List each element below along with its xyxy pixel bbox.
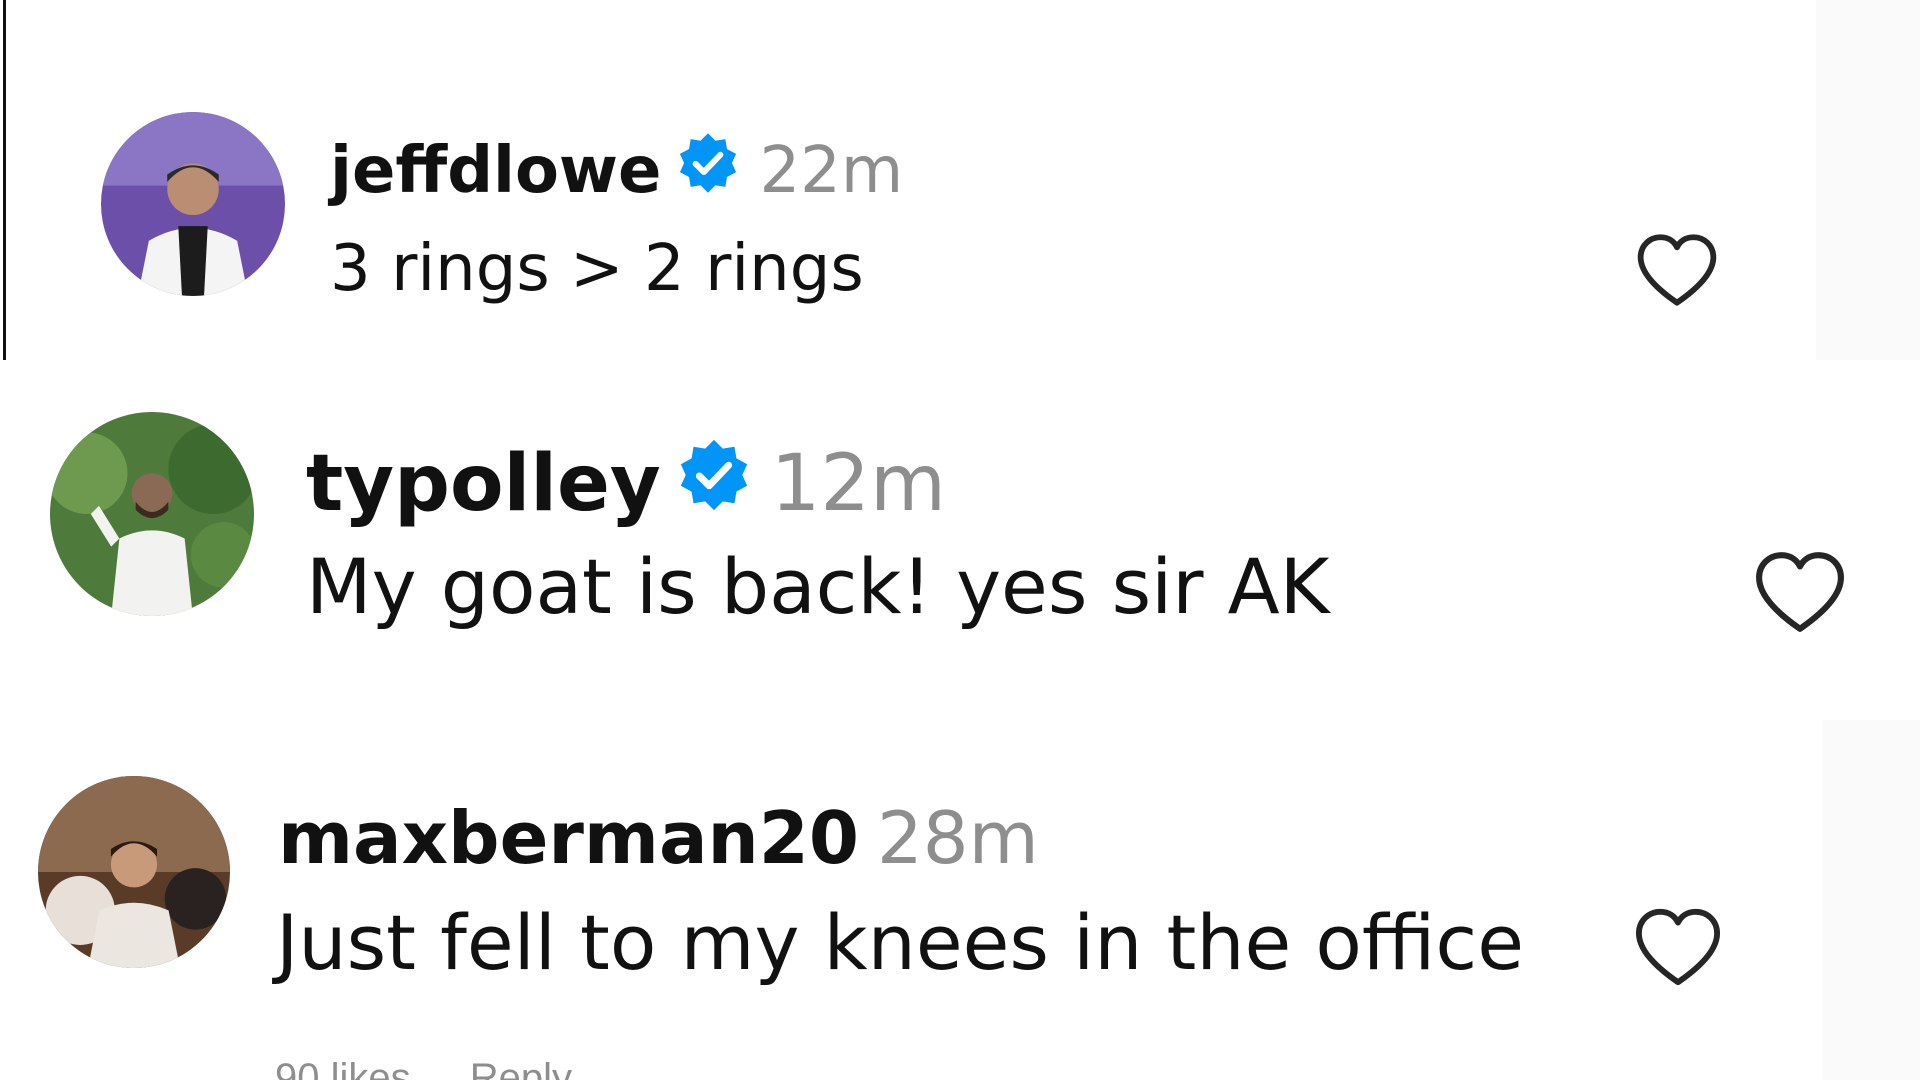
avatar[interactable]: [38, 776, 230, 968]
comment-timestamp: 28m: [877, 796, 1039, 880]
comment-username[interactable]: typolley: [306, 439, 661, 529]
heart-outline-icon[interactable]: [1633, 230, 1721, 310]
heart-outline-icon[interactable]: [1630, 904, 1726, 990]
verified-badge-icon: [675, 436, 753, 514]
comment-text: My goat is back! yes sir AK: [306, 542, 1330, 631]
avatar[interactable]: [50, 412, 254, 616]
verified-badge-icon: [675, 130, 741, 196]
comment-actions-row: 90 likes Reply ...: [275, 1058, 712, 1080]
more-options-icon[interactable]: ...: [631, 1058, 664, 1080]
avatar[interactable]: [101, 112, 285, 296]
comment-timestamp: 12m: [770, 439, 947, 529]
right-panel-edge: [1822, 720, 1920, 1080]
panel-divider: [3, 0, 6, 360]
right-panel-edge: [1816, 0, 1920, 360]
comment-timestamp: 22m: [759, 134, 904, 208]
comment-username[interactable]: maxberman20: [278, 796, 859, 880]
comment-text: 3 rings > 2 rings: [330, 232, 864, 306]
comment-text: Just fell to my knees in the office: [276, 898, 1524, 987]
reply-button[interactable]: Reply: [470, 1058, 572, 1080]
likes-count[interactable]: 90 likes: [275, 1058, 411, 1080]
heart-outline-icon[interactable]: [1750, 547, 1850, 637]
comment-username[interactable]: jeffdlowe: [330, 134, 661, 208]
